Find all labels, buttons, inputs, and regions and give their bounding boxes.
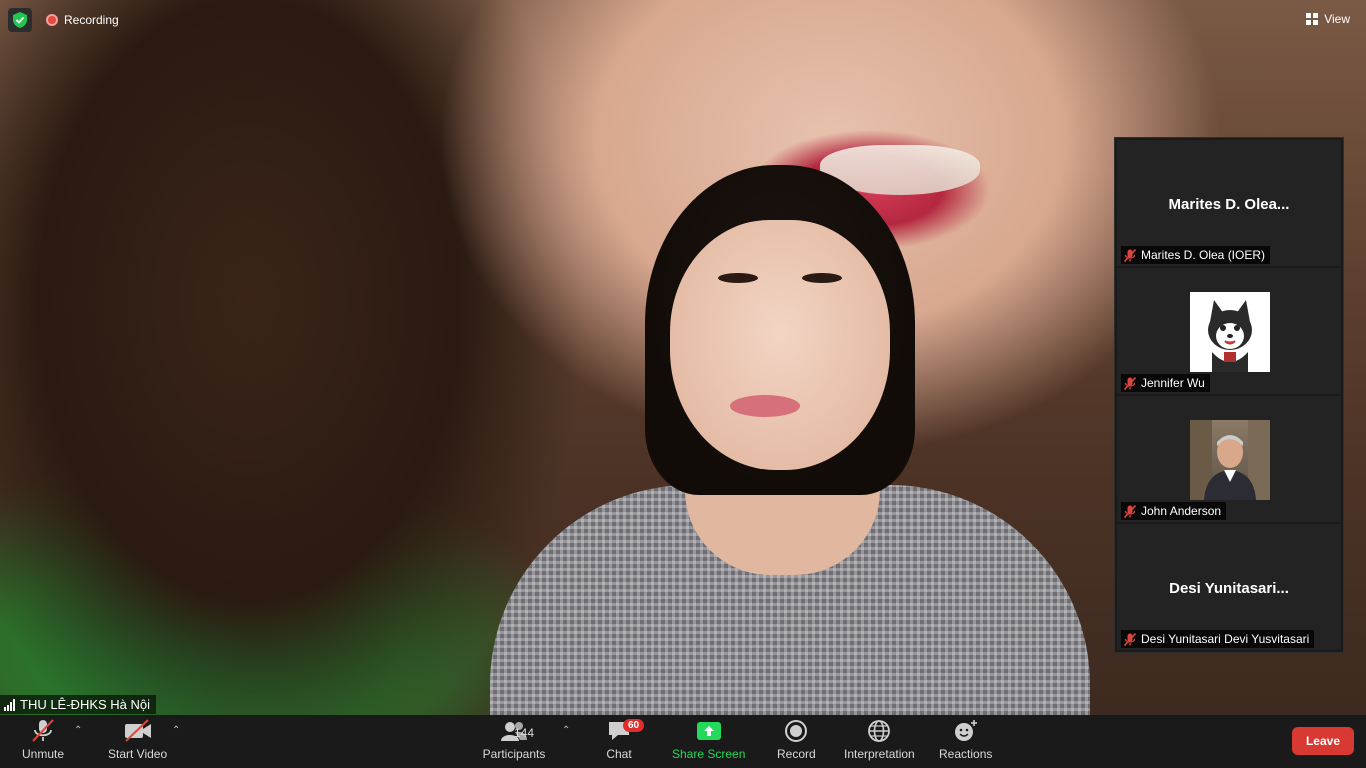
record-icon <box>785 720 808 742</box>
video-off-icon <box>124 719 151 742</box>
view-label: View <box>1324 12 1350 26</box>
share-screen-icon <box>696 722 721 740</box>
start-video-button[interactable]: Start Video <box>108 719 167 761</box>
participant-tile[interactable]: Jennifer Wu <box>1117 268 1341 394</box>
audio-options-chevron-up-icon[interactable]: ⌃ <box>74 725 82 736</box>
share-screen-button[interactable]: Share Screen <box>672 719 745 761</box>
tile-name-label: Desi Yunitasari Devi Yusvitasari <box>1121 630 1315 648</box>
tile-name-label: Marites D. Olea (IOER) <box>1121 246 1271 264</box>
speaker-face <box>670 220 890 470</box>
recording-dot-icon <box>46 14 58 26</box>
speaker-mouth <box>730 395 800 417</box>
active-speaker-video <box>470 165 1110 715</box>
muted-mic-icon <box>1124 248 1136 262</box>
participant-tile[interactable]: Marites D. Olea... Marites D. Olea (IOER… <box>1117 140 1341 266</box>
leave-button[interactable]: Leave <box>1291 727 1354 755</box>
participants-count: 144 <box>514 726 535 740</box>
participant-photo <box>1190 420 1270 500</box>
connection-signal-icon <box>4 698 15 711</box>
participant-tile[interactable]: John Anderson <box>1117 396 1341 522</box>
participant-strip[interactable]: Marites D. Olea... Marites D. Olea (IOER… <box>1114 137 1344 653</box>
participants-button[interactable]: 144 Participants <box>482 719 546 761</box>
tile-display-name: Desi Yunitasari... <box>1169 580 1289 597</box>
smiley-add-icon <box>954 720 977 741</box>
video-options-chevron-up-icon[interactable]: ⌃ <box>172 725 180 736</box>
recording-indicator[interactable]: Recording <box>46 13 119 27</box>
muted-mic-icon <box>1124 504 1136 518</box>
participant-tile[interactable]: Desi Yunitasari... Desi Yunitasari Devi … <box>1117 524 1341 650</box>
unmute-button[interactable]: Unmute <box>22 719 64 761</box>
meeting-toolbar: Unmute ⌃ Start Video ⌃ 144 Participants … <box>0 715 1366 768</box>
chat-unread-badge: 60 <box>623 719 645 732</box>
participants-options-chevron-up-icon[interactable]: ⌃ <box>562 725 570 736</box>
view-grid-icon <box>1306 13 1319 25</box>
speaker-eye-left <box>718 273 758 283</box>
speaker-eye-right <box>802 273 842 283</box>
active-speaker-name: THU LÊ-ĐHKS Hà Nội <box>20 697 151 712</box>
husky-avatar <box>1190 292 1270 372</box>
interpretation-button[interactable]: Interpretation <box>844 719 915 761</box>
tile-name-label: John Anderson <box>1121 502 1227 520</box>
globe-icon <box>868 720 891 742</box>
active-speaker-name-tag: THU LÊ-ĐHKS Hà Nội <box>0 695 157 714</box>
chat-button[interactable]: 60 Chat <box>605 719 645 761</box>
security-shield-icon[interactable] <box>8 8 32 32</box>
view-button[interactable]: View <box>1306 12 1350 26</box>
top-left-status: Recording <box>8 8 119 32</box>
tile-name-label: Jennifer Wu <box>1121 374 1210 392</box>
muted-mic-icon <box>1124 632 1136 646</box>
muted-mic-icon <box>1124 376 1136 390</box>
tile-display-name: Marites D. Olea... <box>1168 196 1290 213</box>
recording-label: Recording <box>64 13 119 27</box>
record-button[interactable]: Record <box>777 719 816 761</box>
muted-mic-icon <box>32 719 54 742</box>
reactions-button[interactable]: Reactions <box>939 719 992 761</box>
